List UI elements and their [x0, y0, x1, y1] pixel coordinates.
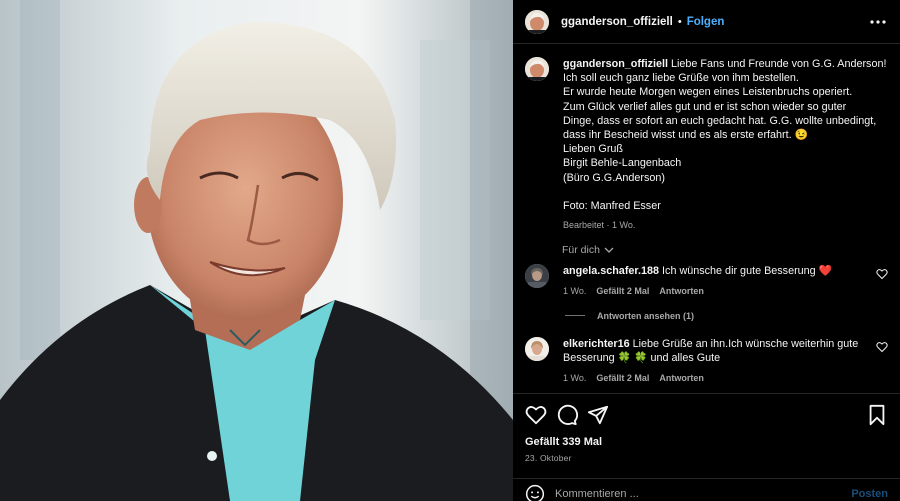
comment-body: angela.schafer.188 Ich wünsche dir gute …: [563, 264, 888, 298]
comment-text: Ich wünsche dir gute Besserung ❤️: [662, 265, 833, 278]
reply-button[interactable]: Antworten: [659, 371, 704, 385]
caption-line: Foto: Manfred Esser: [563, 199, 661, 212]
comment-username[interactable]: angela.schafer.188: [563, 265, 659, 277]
bookmark-icon[interactable]: [866, 404, 888, 426]
separator-dot: •: [677, 15, 682, 28]
caption-line: dass ihr Bescheid wisst und es als erste…: [563, 129, 809, 142]
comment-time: 1 Wo.: [563, 373, 587, 384]
comment-likes[interactable]: Gefällt 2 Mal: [596, 371, 649, 385]
avatar[interactable]: [525, 9, 549, 34]
likes-count[interactable]: Gefällt 339 Mal: [525, 436, 888, 448]
caption-line: Lieben Gruß: [563, 143, 624, 156]
heart-icon[interactable]: [876, 341, 888, 353]
caption-meta: Bearbeitet · 1 Wo.: [563, 220, 636, 231]
portrait-image: [0, 0, 513, 501]
comments-section[interactable]: gganderson_offiziell Liebe Fans und Freu…: [513, 45, 900, 393]
post-photo[interactable]: [0, 0, 513, 501]
avatar[interactable]: [525, 57, 549, 81]
caption-line: Liebe Fans und Freunde von G.G. Anderson…: [670, 58, 887, 70]
post-details-panel: gganderson_offiziell • Folgen gganderson…: [513, 0, 900, 501]
comment-username[interactable]: elkerichter16: [563, 338, 630, 350]
comment-body: elkerichter16 Liebe Grüße an ihn.Ich wün…: [563, 337, 888, 386]
view-replies[interactable]: Antworten ansehen (1): [565, 311, 888, 321]
view-replies-label: Antworten ansehen (1): [597, 310, 695, 321]
chevron-down-icon: [604, 247, 614, 254]
avatar[interactable]: [525, 264, 549, 289]
emoji-icon[interactable]: [525, 484, 545, 501]
post-actions: Gefällt 339 Mal 23. Oktober: [513, 393, 900, 463]
for-you-label: Für dich: [562, 244, 600, 257]
avatar-image: [525, 57, 549, 81]
caption-text: gganderson_offiziell Liebe Fans und Freu…: [563, 57, 886, 232]
divider-line: [565, 315, 585, 317]
caption-line: Zum Glück verlief alles gut und er ist s…: [563, 100, 847, 113]
action-bar: [525, 404, 888, 426]
avatar-image: [525, 336, 549, 361]
post-header: gganderson_offiziell • Folgen: [513, 0, 900, 44]
comment-composer: Kommentieren ... Posten: [513, 478, 900, 501]
comment-icon[interactable]: [556, 404, 578, 426]
avatar[interactable]: [525, 336, 549, 361]
more-horizontal-icon[interactable]: [868, 12, 888, 32]
comment-item: elkerichter16 Liebe Grüße an ihn.Ich wün…: [525, 336, 888, 386]
post-date: 23. Oktober: [525, 453, 572, 463]
comment-input[interactable]: Kommentieren ...: [555, 488, 851, 500]
post-caption: gganderson_offiziell Liebe Fans und Freu…: [525, 57, 888, 232]
caption-line: Er wurde heute Morgen wegen eines Leiste…: [563, 86, 853, 99]
avatar-image: [525, 9, 549, 34]
caption-line: [563, 185, 886, 199]
avatar-image: [525, 264, 549, 289]
heart-icon[interactable]: [525, 404, 547, 426]
heart-icon[interactable]: [876, 268, 888, 280]
reply-button[interactable]: Antworten: [659, 284, 704, 298]
caption-line: (Büro G.G.Anderson): [563, 171, 666, 184]
caption-username[interactable]: gganderson_offiziell: [563, 58, 668, 70]
share-icon[interactable]: [587, 404, 609, 426]
post-username[interactable]: gganderson_offiziell: [561, 16, 673, 28]
comment-likes[interactable]: Gefällt 2 Mal: [596, 284, 649, 298]
comment-time: 1 Wo.: [563, 286, 587, 297]
comment-meta: 1 Wo. Gefällt 2 Mal Antworten: [563, 371, 864, 385]
caption-line: Birgit Behle-Langenbach: [563, 157, 682, 170]
comment-meta: 1 Wo. Gefällt 2 Mal Antworten: [563, 284, 864, 298]
caption-line: Ich soll euch ganz liebe Grüße von ihm b…: [563, 72, 799, 85]
follow-button[interactable]: Folgen: [687, 16, 725, 28]
for-you-toggle[interactable]: Für dich: [562, 244, 888, 256]
comment-item: angela.schafer.188 Ich wünsche dir gute …: [525, 264, 888, 298]
post-comment-button[interactable]: Posten: [851, 488, 888, 500]
caption-line: Dinge, dass er sofort an euch gedacht ha…: [563, 114, 877, 127]
